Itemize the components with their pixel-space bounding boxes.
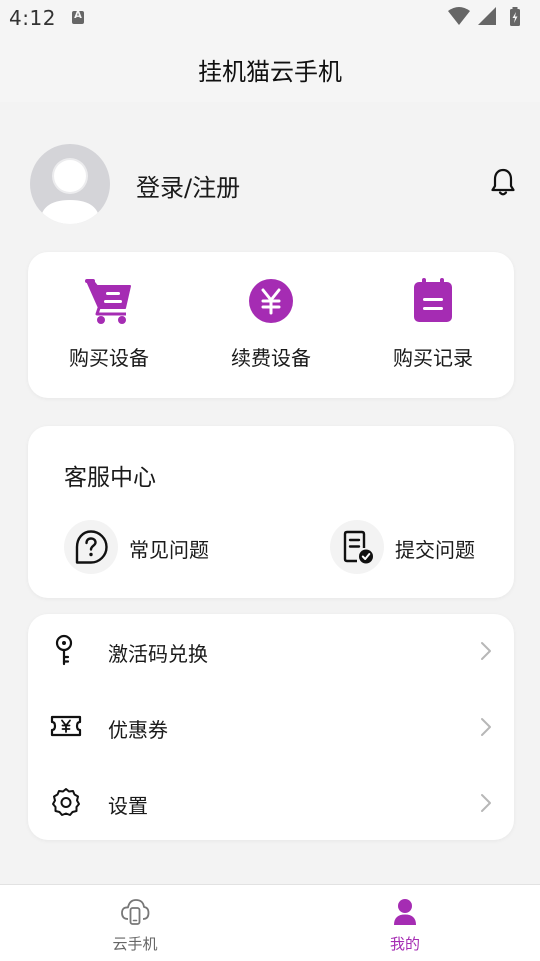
submit-document-icon [330,520,384,574]
bell-icon[interactable] [490,167,516,197]
service-center-card: 客服中心 常见问题 提交问题 [28,426,514,598]
menu-item-coupons[interactable]: 优惠券 [28,690,514,766]
purchase-records-label: 购买记录 [393,346,473,370]
renew-device-button[interactable]: 续费设备 [190,252,352,398]
battery-icon [510,7,520,26]
submit-question-label: 提交问题 [395,538,475,562]
coupons-label: 优惠券 [108,718,168,742]
buy-device-button[interactable]: 购买设备 [28,252,190,398]
gear-icon [50,786,82,818]
bottom-navigation: 云手机 我的 [0,884,540,961]
chevron-right-icon [480,793,492,813]
faq-label: 常见问题 [129,538,209,562]
signal-icon [478,7,496,25]
menu-item-settings[interactable]: 设置 [28,766,514,842]
tab-cloud-phone[interactable]: 云手机 [0,885,270,961]
app-header: 挂机猫云手机 [0,36,540,102]
wifi-icon [448,7,470,25]
status-bar: 4:12 A [0,0,540,36]
profile-section: 登录/注册 [0,140,540,230]
buy-device-label: 购买设备 [69,346,149,370]
tab-mine[interactable]: 我的 [270,885,540,961]
activation-code-label: 激活码兑换 [108,642,208,666]
chevron-right-icon [480,717,492,737]
login-register-link[interactable]: 登录/注册 [136,168,240,203]
page-title: 挂机猫云手机 [198,58,342,86]
renew-device-label: 续费设备 [231,346,311,370]
chevron-right-icon [480,641,492,661]
clipboard-icon [408,276,458,326]
tab-mine-label: 我的 [389,935,420,953]
menu-item-activation-code[interactable]: 激活码兑换 [28,614,514,690]
yuan-icon [246,276,296,326]
service-center-title: 客服中心 [64,465,156,491]
settings-label: 设置 [108,794,148,818]
status-icons [448,7,530,27]
question-icon [64,520,118,574]
key-icon [50,634,82,666]
tab-cloud-phone-label: 云手机 [112,935,158,953]
quick-actions-card: 购买设备 续费设备 购买记录 [28,252,514,398]
cloud-phone-icon [120,897,150,927]
status-time: 4:12 [9,6,56,30]
purchase-records-button[interactable]: 购买记录 [352,252,514,398]
notification-a-icon: A [72,10,84,24]
menu-card: 激活码兑换 优惠券 设置 [28,614,514,840]
cart-icon [84,276,134,326]
person-icon [390,897,420,927]
avatar-icon[interactable] [30,144,110,224]
coupon-icon [50,710,82,742]
